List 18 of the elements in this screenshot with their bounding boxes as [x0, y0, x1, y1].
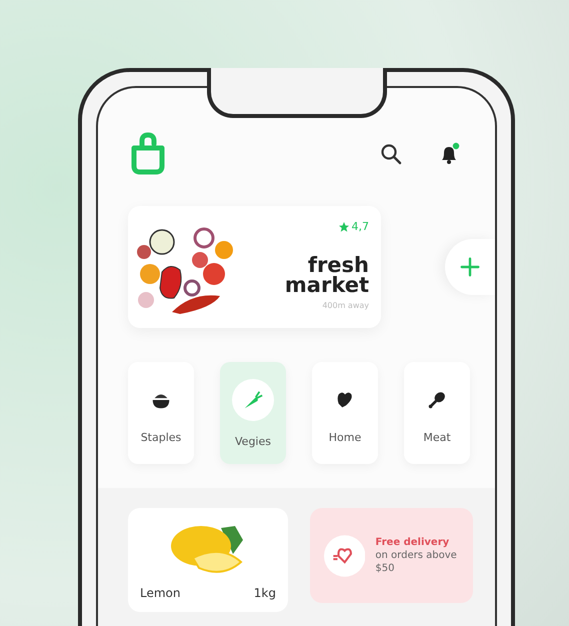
category-tab[interactable]: Staples	[128, 362, 194, 464]
product-name: Lemon	[140, 586, 180, 600]
search-icon[interactable]	[379, 142, 403, 166]
product-card[interactable]: Lemon 1kg	[128, 508, 288, 612]
category-tab[interactable]: Meat	[404, 362, 470, 464]
promo-card[interactable]: Free delivery on orders above $50	[310, 508, 473, 603]
star-icon	[338, 220, 350, 232]
category-tab[interactable]: Vegies	[220, 362, 286, 464]
product-quantity: 1kg	[254, 586, 276, 600]
store-distance: 400m away	[322, 301, 369, 310]
store-name: fresh market	[284, 255, 369, 295]
promo-text: Free delivery on orders above $50	[375, 536, 458, 575]
heart-hand-icon	[324, 534, 366, 578]
category-tab[interactable]: Home	[312, 362, 378, 464]
plus-icon	[459, 256, 481, 278]
store-rating: 4,7	[352, 220, 369, 233]
carrot-icon	[242, 388, 264, 410]
store-card[interactable]: 4,7 fresh market 400m away	[128, 206, 381, 328]
